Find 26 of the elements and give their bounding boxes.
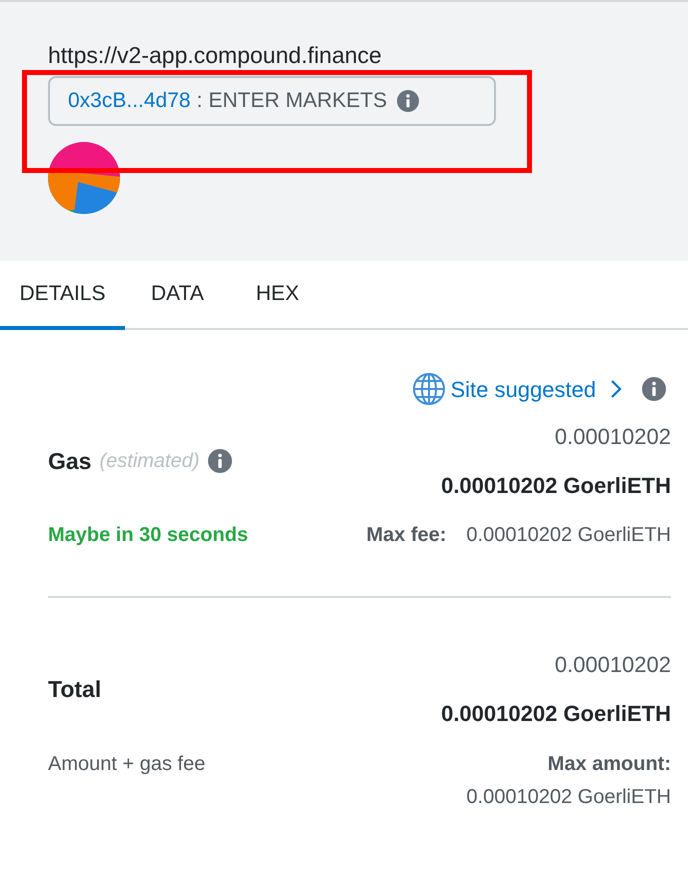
separator-text: : <box>196 88 202 114</box>
max-amount-label: Max amount: <box>548 752 671 777</box>
info-icon[interactable] <box>642 377 666 401</box>
info-icon[interactable] <box>396 90 419 112</box>
info-icon[interactable] <box>208 449 232 473</box>
max-fee-label: Max fee: <box>366 523 446 548</box>
amount-value: 0.00010202 <box>554 651 671 679</box>
contract-address[interactable]: 0x3cB...4d78 <box>68 85 191 117</box>
site-suggested-link[interactable]: Site suggested <box>450 372 638 406</box>
section-label: Total <box>48 674 102 704</box>
max-fee-value: 0.00010202 GoerliETH <box>466 523 671 548</box>
chevron-right-icon <box>610 379 622 399</box>
amount-value: 0.00010202 <box>554 423 671 451</box>
amount-gas-fee-label: Amount + gas fee <box>48 752 206 777</box>
method-name: ENTER MARKETS <box>208 88 387 114</box>
section-label: Gas <box>48 446 92 476</box>
amount-total: 0.00010202 GoerliETH <box>441 700 671 728</box>
tab[interactable]: DETAILS <box>0 261 125 330</box>
tab[interactable]: DATA <box>125 261 230 330</box>
amount-total: 0.00010202 GoerliETH <box>441 472 671 500</box>
estimated-time: Maybe in 30 seconds <box>48 523 248 548</box>
tab[interactable]: HEX <box>230 261 326 330</box>
max-amount-value: 0.00010202 GoerliETH <box>466 785 671 810</box>
globe-icon <box>412 372 446 406</box>
estimated-hint: (estimated) <box>99 449 200 474</box>
site-origin: https://v2-app.compound.finance <box>48 41 383 70</box>
